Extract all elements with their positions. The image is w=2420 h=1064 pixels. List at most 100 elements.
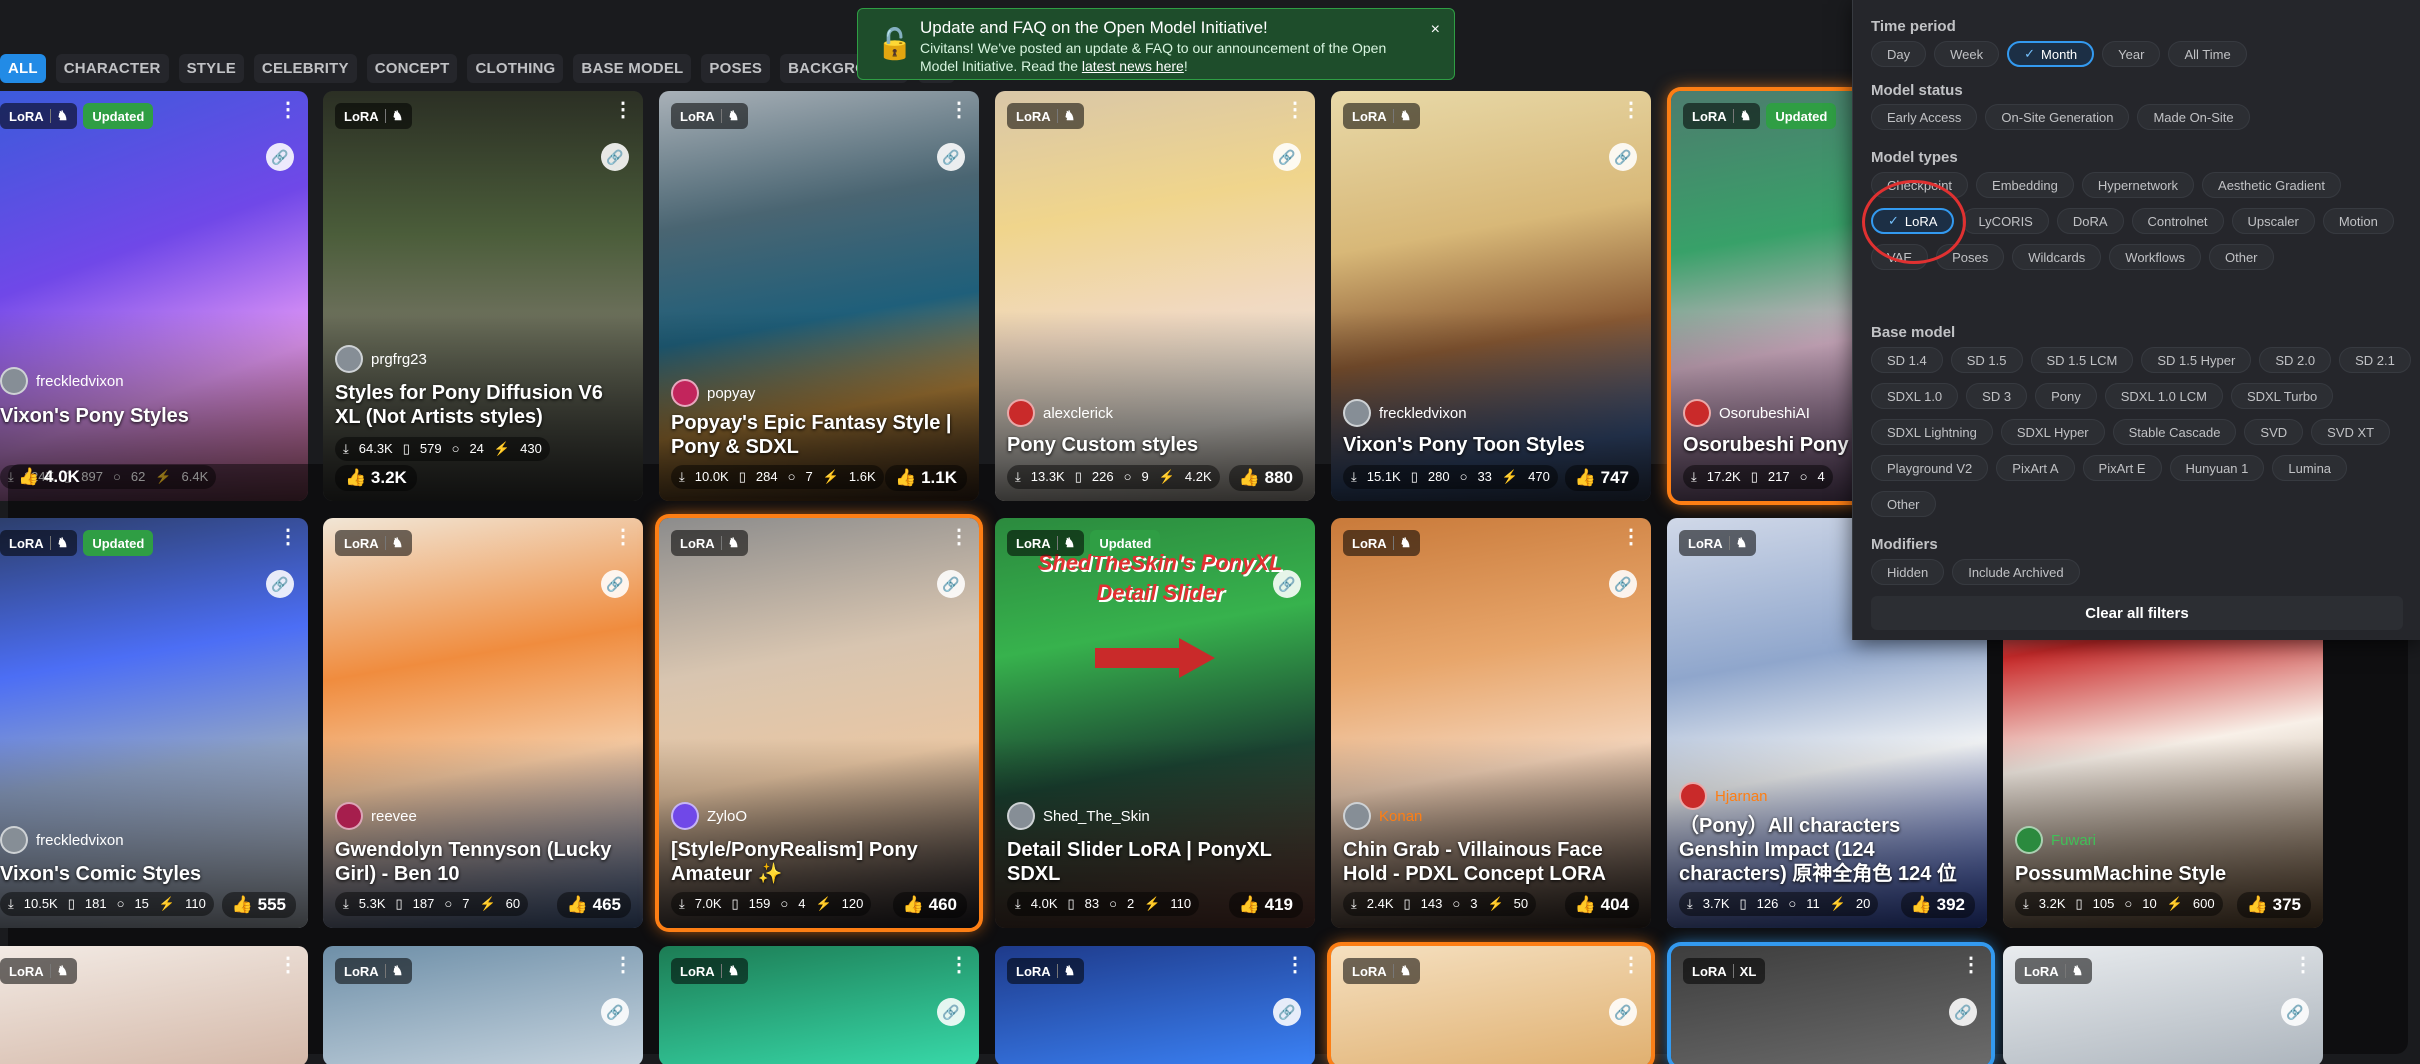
model-card[interactable]: LoRA ♞ ⋮ 🔗 — [995, 946, 1315, 1064]
chip-embedding[interactable]: Embedding — [1976, 172, 2074, 198]
model-card[interactable]: LoRA ♞ ⋮ 🔗 prgfrg23 Styles for Pony Diffu… — [323, 91, 643, 501]
chip-sd-1-5-lcm[interactable]: SD 1.5 LCM — [2030, 347, 2134, 373]
category-celebrity[interactable]: CELEBRITY — [253, 53, 357, 83]
chip-all-time[interactable]: All Time — [2168, 41, 2247, 67]
chip-sd-1-5-hyper[interactable]: SD 1.5 Hyper — [2141, 347, 2252, 373]
clear-filters-button[interactable]: Clear all filters — [1871, 596, 2403, 630]
creator-name[interactable]: reevee — [371, 808, 417, 825]
category-concept[interactable]: CONCEPT — [366, 53, 458, 83]
creator-name[interactable]: Fuwari — [2051, 832, 2096, 849]
creator-name[interactable]: freckledvixon — [1379, 405, 1467, 422]
category-base-model[interactable]: BASE MODEL — [573, 53, 692, 83]
chip-made-on-site[interactable]: Made On-Site — [2137, 104, 2250, 130]
more-menu-icon[interactable]: ⋮ — [1621, 100, 1641, 120]
more-menu-icon[interactable]: ⋮ — [1285, 955, 1305, 975]
more-menu-icon[interactable]: ⋮ — [1621, 955, 1641, 975]
chip-sd-2-1[interactable]: SD 2.1 — [2339, 347, 2411, 373]
more-menu-icon[interactable]: ⋮ — [949, 955, 969, 975]
link-icon[interactable]: 🔗 — [601, 143, 629, 171]
chip-stable-cascade[interactable]: Stable Cascade — [2112, 419, 2237, 445]
chip-sd-1-5[interactable]: SD 1.5 — [1950, 347, 2023, 373]
model-card[interactable]: LoRA ♞ Updated ⋮ 🔗 freckledvixon Vixon's C… — [0, 518, 308, 928]
creator-name[interactable]: freckledvixon — [36, 373, 124, 390]
model-card[interactable]: LoRA ♞ ⋮ 🔗 — [1331, 946, 1651, 1064]
more-menu-icon[interactable]: ⋮ — [2293, 955, 2313, 975]
avatar[interactable] — [671, 802, 699, 830]
link-icon[interactable]: 🔗 — [1273, 570, 1301, 598]
chip-svd-xt[interactable]: SVD XT — [2311, 419, 2391, 445]
chip-hypernetwork[interactable]: Hypernetwork — [2081, 172, 2195, 198]
chip-svd[interactable]: SVD — [2244, 419, 2304, 445]
chip-day[interactable]: Day — [1871, 41, 1927, 67]
avatar[interactable] — [1343, 399, 1371, 427]
avatar[interactable] — [0, 367, 28, 395]
chip-dora[interactable]: DoRA — [2056, 208, 2124, 234]
avatar[interactable] — [1343, 802, 1371, 830]
model-card[interactable]: LoRA ♞ ⋮ — [0, 946, 308, 1064]
model-card[interactable]: LoRA ♞ ⋮ 🔗 popyay Popyay's Epic Fantasy S… — [659, 91, 979, 501]
chip-sdxl-lightning[interactable]: SDXL Lightning — [1871, 419, 1993, 445]
creator-name[interactable]: Konan — [1379, 808, 1422, 825]
more-menu-icon[interactable]: ⋮ — [949, 527, 969, 547]
link-icon[interactable]: 🔗 — [1609, 570, 1637, 598]
link-icon[interactable]: 🔗 — [1273, 998, 1301, 1026]
avatar[interactable] — [1683, 399, 1711, 427]
link-icon[interactable]: 🔗 — [937, 570, 965, 598]
chip-pixart-e[interactable]: PixArt E — [2082, 455, 2162, 481]
category-clothing[interactable]: CLOTHING — [467, 53, 564, 83]
chip-other-base[interactable]: Other — [1871, 491, 1936, 517]
link-icon[interactable]: 🔗 — [266, 570, 294, 598]
more-menu-icon[interactable]: ⋮ — [1621, 527, 1641, 547]
chip-include-archived[interactable]: Include Archived — [1952, 559, 2080, 585]
avatar[interactable] — [1007, 399, 1035, 427]
creator-name[interactable]: OsorubeshiAI — [1719, 405, 1810, 422]
chip-sdxl-1-0-lcm[interactable]: SDXL 1.0 LCM — [2104, 383, 2223, 409]
avatar[interactable] — [0, 826, 28, 854]
chip-lumina[interactable]: Lumina — [2272, 455, 2348, 481]
chip-sdxl-turbo[interactable]: SDXL Turbo — [2230, 383, 2334, 409]
link-icon[interactable]: 🔗 — [1949, 998, 1977, 1026]
chip-sdxl-hyper[interactable]: SDXL Hyper — [2000, 419, 2105, 445]
creator-name[interactable]: Hjarnan — [1715, 788, 1768, 805]
model-card[interactable]: LoRA ♞ ⋮ 🔗 freckledvixon Vixon's Pony Too… — [1331, 91, 1651, 501]
creator-name[interactable]: prgfrg23 — [371, 351, 427, 368]
more-menu-icon[interactable]: ⋮ — [278, 100, 298, 120]
more-menu-icon[interactable]: ⋮ — [1961, 955, 1981, 975]
model-card[interactable]: LoRA ♞ ⋮ 🔗 Konan Chin Grab - Villainous F… — [1331, 518, 1651, 928]
more-menu-icon[interactable]: ⋮ — [613, 527, 633, 547]
chip-aesthetic-gradient[interactable]: Aesthetic Gradient — [2202, 172, 2341, 198]
chip-month[interactable]: Month — [2007, 41, 2095, 67]
chip-pixart-a[interactable]: PixArt A — [1996, 455, 2075, 481]
chip-early-access[interactable]: Early Access — [1871, 104, 1978, 130]
link-icon[interactable]: 🔗 — [937, 143, 965, 171]
chip-year[interactable]: Year — [2102, 41, 2161, 67]
model-card[interactable]: ShedTheSkin's PonyXL Detail Slider LoRA ♞… — [995, 518, 1315, 928]
category-character[interactable]: CHARACTER — [55, 53, 169, 83]
avatar[interactable] — [335, 345, 363, 373]
avatar[interactable] — [2015, 826, 2043, 854]
model-card[interactable]: LoRA ♞ Updated ⋮ 🔗 freckledvixon Vixon's P… — [0, 91, 308, 501]
link-icon[interactable]: 🔗 — [1273, 143, 1301, 171]
chip-hidden[interactable]: Hidden — [1871, 559, 1945, 585]
avatar[interactable] — [1679, 782, 1707, 810]
model-card[interactable]: LoRA ♞ ⋮ 🔗 alexclerick Pony Custom styles… — [995, 91, 1315, 501]
link-icon[interactable]: 🔗 — [2281, 998, 2309, 1026]
avatar[interactable] — [671, 379, 699, 407]
more-menu-icon[interactable]: ⋮ — [1285, 100, 1305, 120]
category-style[interactable]: STYLE — [178, 53, 244, 83]
chip-wildcards[interactable]: Wildcards — [2012, 244, 2102, 270]
chip-controlnet[interactable]: Controlnet — [2131, 208, 2224, 234]
more-menu-icon[interactable]: ⋮ — [613, 955, 633, 975]
chip-pony[interactable]: Pony — [2035, 383, 2097, 409]
chip-sd-3[interactable]: SD 3 — [1966, 383, 2028, 409]
model-card[interactable]: LoRA ♞ ⋮ 🔗 — [659, 946, 979, 1064]
chip-sd-2-0[interactable]: SD 2.0 — [2259, 347, 2332, 373]
link-icon[interactable]: 🔗 — [1609, 998, 1637, 1026]
creator-name[interactable]: Shed_The_Skin — [1043, 808, 1150, 825]
chip-playground-v2[interactable]: Playground V2 — [1871, 455, 1989, 481]
chip-hunyuan-1[interactable]: Hunyuan 1 — [2169, 455, 2265, 481]
more-menu-icon[interactable]: ⋮ — [278, 527, 298, 547]
model-card[interactable]: LoRA ♞ ⋮ 🔗 ZyloO [Style/PonyRealism] Pony… — [659, 518, 979, 928]
model-card[interactable]: LoRA ♞ ⋮ 🔗 — [323, 946, 643, 1064]
chip-sdxl-1-0[interactable]: SDXL 1.0 — [1871, 383, 1959, 409]
